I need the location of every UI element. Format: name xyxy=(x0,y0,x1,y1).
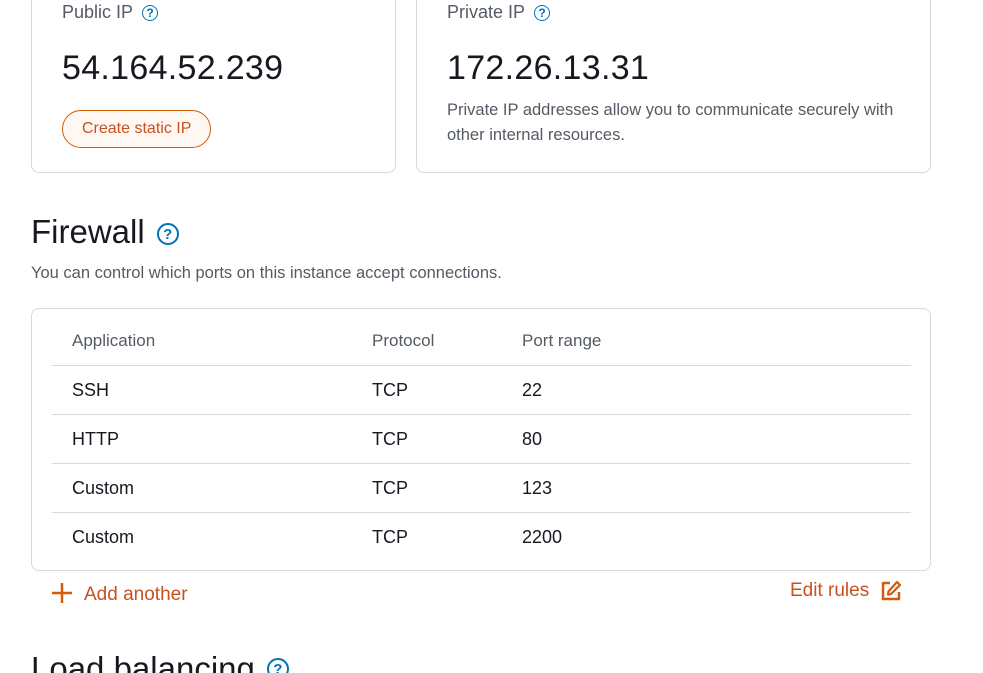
cell-protocol: TCP xyxy=(352,414,502,464)
cell-application: SSH xyxy=(52,365,352,415)
cell-port-range: 22 xyxy=(502,365,911,415)
add-another-rule-link[interactable]: Add another xyxy=(51,580,188,610)
private-ip-label: Private IP xyxy=(447,2,526,22)
public-ip-label-row: Public IP ? xyxy=(62,2,159,23)
cell-application: HTTP xyxy=(52,414,352,464)
private-ip-value: 172.26.13.31 xyxy=(447,49,650,87)
help-icon[interactable]: ? xyxy=(534,4,551,21)
cell-application: Custom xyxy=(72,526,135,547)
private-ip-card: Private IP ? 172.26.13.31 Private IP add… xyxy=(416,0,931,173)
cell-protocol: TCP xyxy=(372,526,408,547)
firewall-heading: Firewall ? xyxy=(31,213,179,251)
firewall-title: Firewall xyxy=(31,213,145,250)
public-ip-card: Public IP ? 54.164.52.239 Create static … xyxy=(31,0,396,173)
table-row: HTTP TCP 80 xyxy=(52,414,911,464)
plus-icon xyxy=(51,580,73,610)
cell-application: Custom xyxy=(52,463,352,513)
cell-port-range: 123 xyxy=(502,463,911,513)
public-ip-label: Public IP xyxy=(62,2,134,22)
create-static-ip-button[interactable]: Create static IP xyxy=(62,110,212,148)
firewall-description: You can control which ports on this inst… xyxy=(31,264,502,282)
edit-icon xyxy=(881,580,902,601)
help-icon[interactable]: ? xyxy=(142,4,159,21)
cell-protocol: TCP xyxy=(352,463,502,513)
private-ip-label-row: Private IP ? xyxy=(447,2,551,23)
help-icon[interactable]: ? xyxy=(266,658,289,673)
load-balancing-heading: Load balancing ? xyxy=(31,650,289,673)
table-header-row: Application Protocol Port range xyxy=(52,317,911,366)
firewall-rules-card: Application Protocol Port range SSH TCP … xyxy=(31,308,931,571)
load-balancing-title: Load balancing xyxy=(31,650,255,673)
public-ip-value: 54.164.52.239 xyxy=(62,49,284,87)
cell-port-range: 2200 xyxy=(522,526,563,547)
table-row: Custom TCP 123 xyxy=(52,463,911,513)
column-header-application: Application xyxy=(52,317,352,366)
cell-protocol: TCP xyxy=(352,365,502,415)
help-icon[interactable]: ? xyxy=(156,223,179,245)
add-another-label: Add another xyxy=(84,584,188,605)
table-row: SSH TCP 22 xyxy=(52,365,911,415)
cell-port-range: 80 xyxy=(502,414,911,464)
instance-networking-page: Public IP ? 54.164.52.239 Create static … xyxy=(0,0,983,673)
edit-rules-link[interactable]: Edit rules xyxy=(790,580,902,602)
private-ip-description: Private IP addresses allow you to commun… xyxy=(447,101,894,144)
table-row: Custom TCP 2200 xyxy=(52,513,911,562)
firewall-rules-table: Application Protocol Port range SSH TCP … xyxy=(52,317,911,561)
column-header-port-range: Port range xyxy=(502,317,911,366)
edit-rules-label: Edit rules xyxy=(790,580,870,601)
column-header-protocol: Protocol xyxy=(352,317,502,366)
